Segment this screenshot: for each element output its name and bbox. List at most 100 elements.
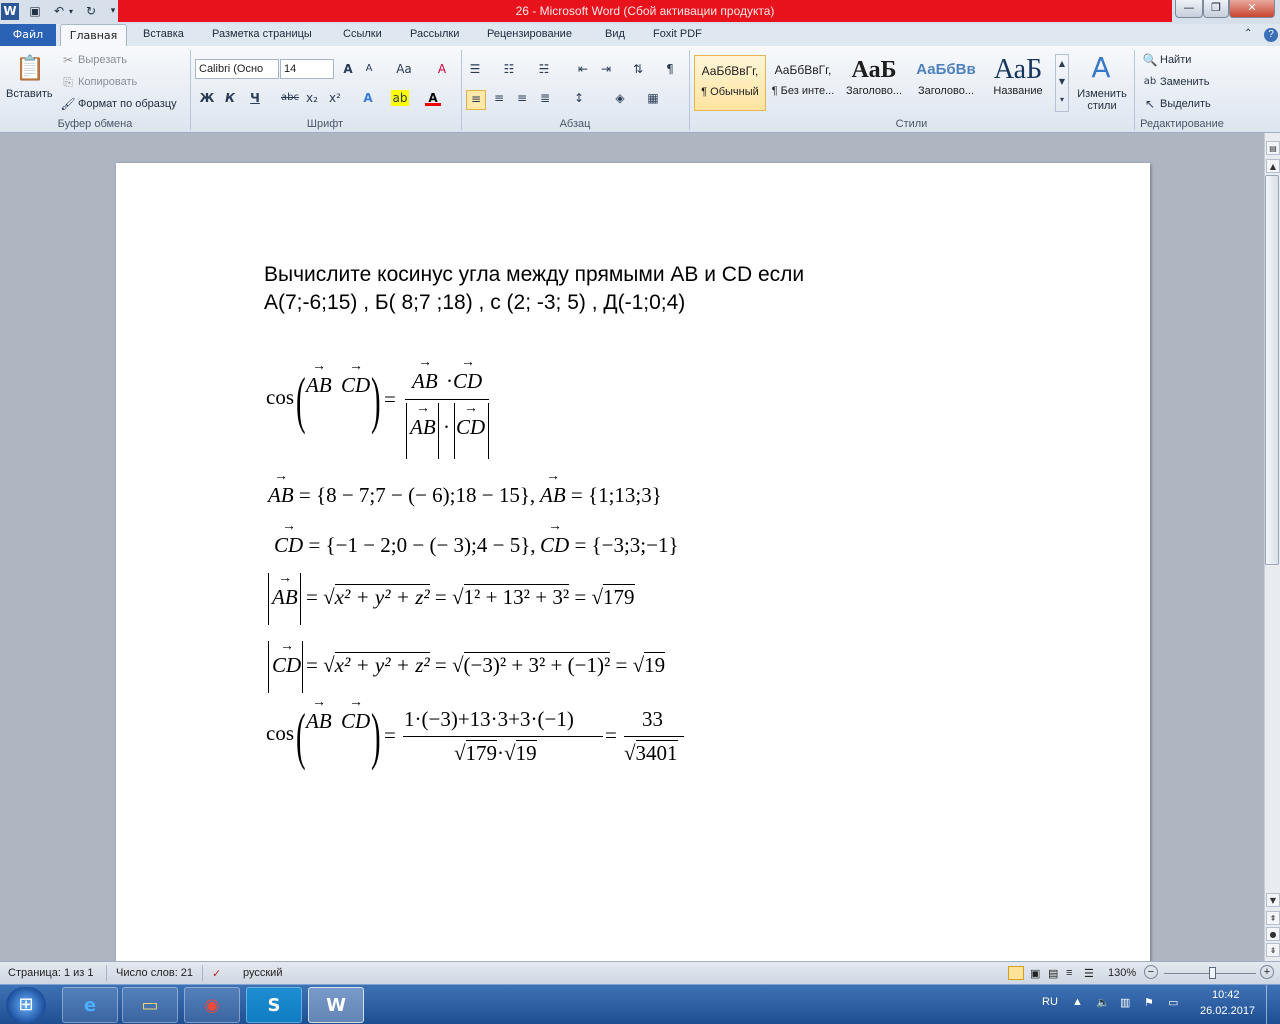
internet-explorer-icon[interactable]: e [62, 987, 118, 1023]
zoom-level[interactable]: 130% [1108, 967, 1136, 979]
replace-button[interactable]: Заменить [1160, 76, 1209, 88]
minimize-button[interactable]: — [1175, 0, 1203, 18]
start-button[interactable]: ⊞ [6, 987, 46, 1023]
minimize-ribbon-icon[interactable]: ⌃ [1244, 28, 1252, 39]
shading-icon[interactable]: ◈ [612, 90, 628, 106]
copy-button[interactable]: Копировать [78, 76, 137, 88]
close-button[interactable]: ✕ [1229, 0, 1275, 18]
highlight-color-icon[interactable]: ab [391, 90, 409, 106]
style-heading-1[interactable]: АаБ Заголово... [838, 55, 910, 111]
outline-view-icon[interactable]: ≡ [1066, 967, 1072, 979]
full-screen-view-icon[interactable]: ▣ [1030, 967, 1040, 980]
find-button[interactable]: Найти [1160, 54, 1191, 66]
document-page[interactable]: Вычислите косинус угла между прямыми AB … [116, 163, 1150, 963]
superscript-button[interactable]: x² [327, 90, 343, 106]
previous-page-icon[interactable]: ⇞ [1266, 911, 1280, 925]
multilevel-list-icon[interactable]: ☵ [536, 61, 552, 77]
browse-object-icon[interactable]: ● [1266, 927, 1280, 941]
style-no-spacing[interactable]: АаБбВвГг, ¶ Без инте... [767, 55, 839, 111]
show-hidden-icons[interactable]: ▲ [1072, 996, 1083, 1008]
change-case-icon[interactable]: Aa [393, 61, 415, 77]
network-icon[interactable]: ▥ [1120, 996, 1130, 1009]
strikethrough-button[interactable]: abc [280, 90, 300, 106]
word-taskbar-button[interactable]: W [308, 987, 364, 1023]
paste-icon[interactable]: 📋 [14, 52, 46, 84]
find-icon: 🔍 [1142, 53, 1158, 67]
page-indicator[interactable]: Страница: 1 из 1 [8, 967, 94, 979]
align-right-icon[interactable]: ≡ [514, 90, 530, 106]
input-language-indicator[interactable]: RU [1042, 996, 1058, 1008]
tab-mailings[interactable]: Рассылки [410, 28, 459, 40]
save-icon[interactable]: ▣ [26, 3, 44, 20]
shrink-font-icon[interactable]: A [361, 61, 377, 77]
format-painter-button[interactable]: Формат по образцу [78, 98, 177, 110]
display-icon[interactable]: ▭ [1168, 996, 1178, 1009]
undo-dropdown-icon[interactable]: ▾ [66, 3, 76, 20]
print-layout-view-icon[interactable] [1008, 966, 1024, 980]
web-layout-view-icon[interactable]: ▤ [1048, 967, 1058, 980]
draft-view-icon[interactable]: ☰ [1084, 967, 1094, 980]
next-page-icon[interactable]: ⇟ [1266, 943, 1280, 957]
action-center-icon[interactable]: ⚑ [1144, 996, 1154, 1009]
tab-home[interactable]: Главная [60, 24, 127, 47]
tab-review[interactable]: Рецензирование [487, 28, 572, 40]
tab-file[interactable]: Файл [0, 24, 56, 46]
clock-time[interactable]: 10:42 [1212, 989, 1240, 1001]
show-marks-icon[interactable]: ¶ [662, 61, 678, 77]
zoom-out-button[interactable]: − [1144, 965, 1158, 979]
bold-button[interactable]: Ж [199, 90, 215, 106]
font-size-select[interactable]: 14 [280, 59, 334, 79]
font-family-select[interactable]: Calibri (Осно [195, 59, 279, 79]
ruler-toggle-icon[interactable]: ▤ [1266, 141, 1280, 155]
clear-formatting-icon[interactable]: A [434, 61, 450, 77]
align-left-icon[interactable]: ≡ [466, 90, 486, 110]
tab-view[interactable]: Вид [605, 28, 625, 40]
file-explorer-icon[interactable]: ▭ [122, 987, 178, 1023]
style-title[interactable]: АаБ Название [982, 55, 1054, 111]
language-indicator[interactable]: русский [243, 967, 282, 979]
tab-page-layout[interactable]: Разметка страницы [212, 28, 312, 40]
increase-indent-icon[interactable]: ⇥ [598, 61, 614, 77]
font-color-icon[interactable]: A [425, 90, 441, 106]
proofing-icon[interactable]: ✓ [212, 967, 221, 980]
subscript-button[interactable]: x₂ [304, 90, 320, 106]
grow-font-icon[interactable]: A [340, 61, 356, 77]
select-button[interactable]: Выделить [1160, 98, 1211, 110]
bullets-icon[interactable]: ☰ [467, 61, 483, 77]
tab-foxit-pdf[interactable]: Foxit PDF [653, 28, 702, 40]
word-count[interactable]: Число слов: 21 [116, 967, 193, 979]
redo-icon[interactable]: ↻ [82, 3, 100, 20]
style-normal[interactable]: АаБбВвГг, ¶ Обычный [694, 55, 766, 111]
clock-date[interactable]: 26.02.2017 [1200, 1005, 1255, 1017]
skype-icon[interactable]: S [246, 987, 302, 1023]
line-spacing-icon[interactable]: ↕ [571, 90, 587, 106]
show-desktop-button[interactable] [1266, 985, 1280, 1024]
help-icon[interactable]: ? [1264, 28, 1278, 42]
underline-button[interactable]: Ч [247, 90, 263, 106]
chrome-icon[interactable]: ◉ [184, 987, 240, 1023]
align-center-icon[interactable]: ≡ [491, 90, 507, 106]
scroll-down-icon[interactable]: ▼ [1266, 893, 1280, 907]
vec-cd: → CD [341, 695, 371, 733]
numbering-icon[interactable]: ☷ [501, 61, 517, 77]
sort-icon[interactable]: ⇅ [630, 61, 646, 77]
styles-gallery-scroll[interactable]: ▲ ▼ ▾ [1055, 54, 1069, 112]
borders-icon[interactable]: ▦ [645, 90, 661, 106]
tab-insert[interactable]: Вставка [143, 28, 184, 40]
maximize-button[interactable]: ❐ [1203, 0, 1229, 18]
justify-icon[interactable]: ≣ [537, 90, 553, 106]
italic-button[interactable]: К [222, 90, 238, 106]
word-app-icon[interactable]: W [1, 3, 19, 20]
change-styles-button[interactable]: Изменить стили [1075, 88, 1129, 112]
cut-button[interactable]: Вырезать [78, 54, 127, 66]
scrollbar-thumb[interactable] [1265, 175, 1279, 565]
paste-button[interactable]: Вставить [6, 88, 53, 100]
zoom-in-button[interactable]: + [1260, 965, 1274, 979]
tab-references[interactable]: Ссылки [343, 28, 382, 40]
scroll-up-icon[interactable]: ▲ [1266, 159, 1280, 173]
decrease-indent-icon[interactable]: ⇤ [575, 61, 591, 77]
text-effects-icon[interactable]: A [360, 90, 376, 106]
volume-icon[interactable]: 🔈 [1096, 996, 1110, 1009]
style-heading-2[interactable]: АаБбВв Заголово... [910, 55, 982, 111]
zoom-slider-handle[interactable] [1209, 967, 1216, 979]
